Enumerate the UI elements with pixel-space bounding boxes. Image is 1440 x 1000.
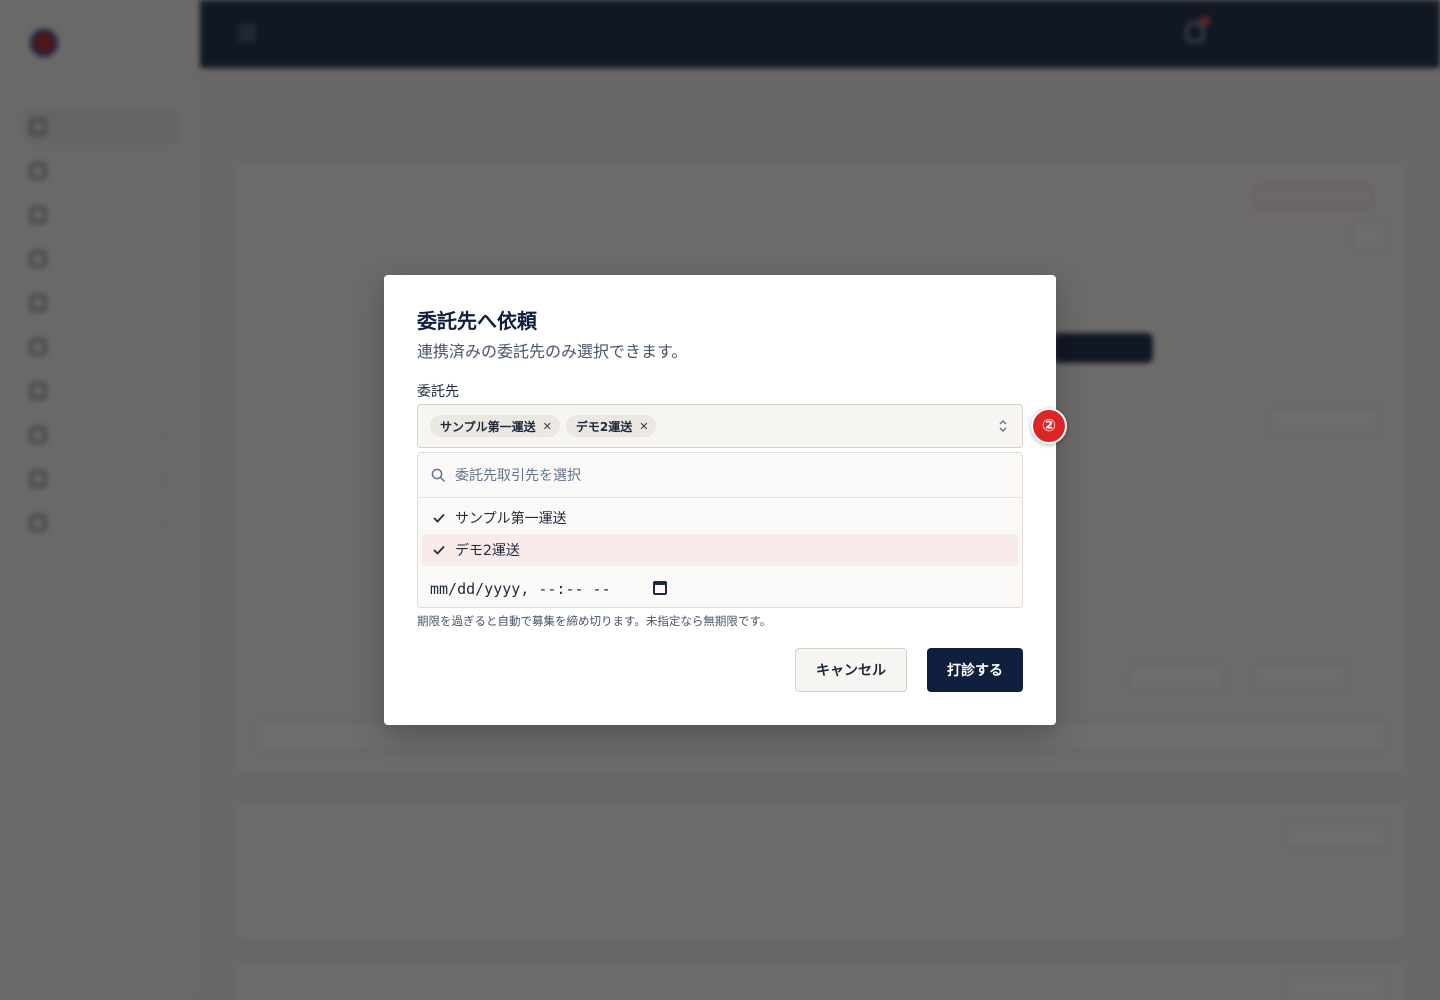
- step-number-badge: ②: [1031, 408, 1067, 444]
- search-icon: [431, 468, 446, 482]
- contractor-field-label: 委託先: [417, 384, 459, 400]
- dropdown-search[interactable]: 委託先取引先を選択: [418, 453, 1022, 498]
- selected-chip: デモ2運送 ✕: [565, 415, 657, 437]
- check-icon: [433, 545, 445, 555]
- cancel-button[interactable]: キャンセル: [795, 648, 907, 692]
- chip-label: サンプル第一運送: [440, 419, 536, 434]
- contractor-multiselect[interactable]: サンプル第一運送 ✕ デモ2運送 ✕: [417, 404, 1023, 448]
- dialog-description: 連携済みの委託先のみ選択できます。: [417, 342, 688, 361]
- chip-label: デモ2運送: [575, 419, 633, 434]
- selected-chip: サンプル第一運送 ✕: [430, 415, 560, 437]
- deadline-help-text: 期限を過ぎると自動で募集を締め切ります。未指定なら無期限です。: [417, 614, 772, 628]
- dialog-title: 委託先へ依頼: [417, 309, 537, 333]
- remove-chip-icon[interactable]: ✕: [543, 420, 552, 433]
- date-placeholder: mm/dd/yyyy, --:-- --: [430, 579, 611, 598]
- request-dialog: 委託先へ依頼 連携済みの委託先のみ選択できます。 委託先 サンプル第一運送 ✕ …: [384, 275, 1056, 725]
- dropdown-option[interactable]: デモ2運送: [422, 534, 1018, 566]
- option-label: サンプル第一運送: [455, 511, 567, 527]
- chevron-up-down-icon: [999, 419, 1007, 433]
- remove-chip-icon[interactable]: ✕: [639, 420, 648, 433]
- deadline-datetime-input[interactable]: mm/dd/yyyy, --:-- --: [417, 569, 1023, 608]
- dropdown-option[interactable]: サンプル第一運送: [422, 502, 1018, 534]
- search-placeholder: 委託先取引先を選択: [455, 468, 581, 484]
- submit-request-button[interactable]: 打診する: [927, 648, 1023, 692]
- calendar-icon[interactable]: [653, 581, 667, 595]
- check-icon: [433, 513, 445, 523]
- option-label: デモ2運送: [455, 543, 520, 559]
